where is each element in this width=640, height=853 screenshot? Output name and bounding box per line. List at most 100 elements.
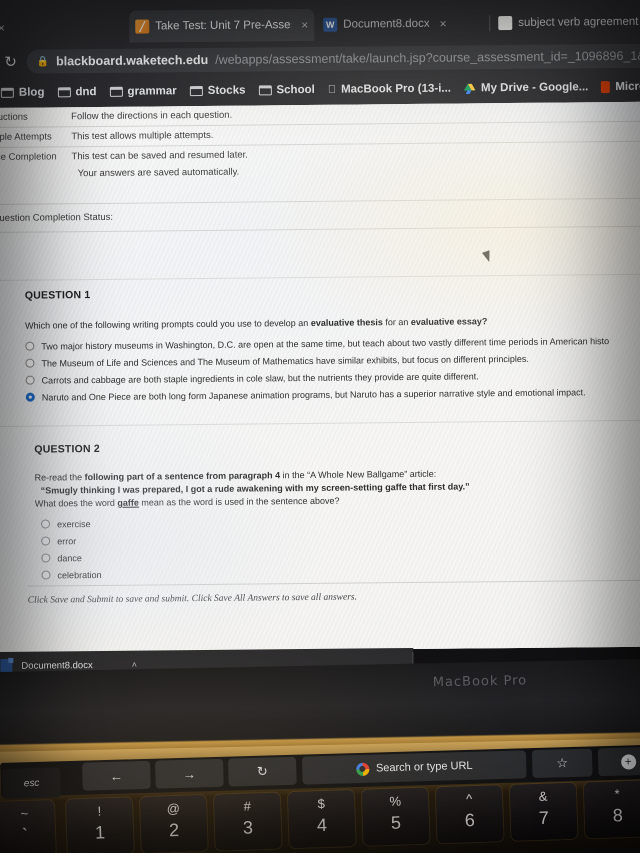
microsoft-office-icon (601, 81, 611, 94)
forward-button[interactable]: → (154, 758, 224, 789)
question-1-options: Two major history museums in Washington,… (25, 332, 640, 406)
key-symbol: * (614, 786, 620, 802)
tab-title: subject verb agreement - Go (518, 15, 640, 29)
key-4[interactable]: $ 4 (287, 790, 356, 849)
radio-button[interactable] (25, 375, 35, 385)
radio-button[interactable] (41, 553, 51, 563)
folder-icon (109, 86, 123, 97)
option-label: error (57, 535, 77, 547)
radio-button[interactable] (41, 536, 51, 546)
key-symbol: ^ (465, 791, 473, 807)
key-symbol: & (538, 788, 548, 804)
plus-icon: + (620, 753, 636, 770)
reload-icon[interactable]: ↻ (3, 54, 19, 71)
info-label: orce Completion (0, 151, 57, 164)
stem-text: What does the word (34, 497, 118, 509)
bookmark-blog[interactable]: Blog (0, 86, 45, 99)
key-symbol: % (389, 793, 402, 809)
key-number: 7 (538, 807, 550, 828)
key-symbol: @ (166, 800, 181, 817)
url-host: blackboard.waketech.edu (55, 52, 209, 69)
bookmark-label: School (276, 83, 315, 97)
option-label: The Museum of Life and Sciences and The … (41, 353, 529, 369)
key-symbol: $ (317, 796, 326, 812)
bookmark-label: Microsoft Office H... (607, 80, 640, 94)
bookmark-label: MacBook Pro (13-i... (332, 82, 451, 96)
esc-key[interactable]: esc (2, 767, 61, 799)
key-backtick[interactable]: ~ ` (0, 800, 56, 853)
bookmark-grammar[interactable]: grammar (109, 85, 177, 98)
chevron-up-icon[interactable]: ˄ (132, 660, 137, 670)
key-number: 1 (94, 822, 106, 843)
stem-keyword: gaffe (117, 497, 139, 508)
blackboard-page: structions Follow the directions in each… (0, 101, 640, 653)
back-button[interactable]: ← (82, 760, 151, 791)
info-label: ultiple Attempts (0, 131, 52, 144)
radio-button-selected[interactable] (25, 392, 35, 402)
new-tab-button[interactable]: + (597, 746, 640, 777)
bookmark-dnd[interactable]: dnd (57, 86, 97, 98)
browser-chrome: nt × ╱ Take Test: Unit 7 Pre-Assessm × W… (0, 0, 640, 110)
radio-button[interactable] (40, 519, 51, 529)
key-symbol: ~ (20, 805, 29, 822)
bookmark-label: Stocks (207, 84, 246, 97)
url-path: /webapps/assessment/take/launch.jsp?cour… (215, 47, 640, 67)
stem-bold-1: evaluative thesis (310, 317, 383, 328)
lock-icon: 🔒 (36, 55, 50, 68)
option-label: Two major history museums in Washington,… (41, 335, 610, 352)
radio-button[interactable] (25, 358, 35, 368)
tab-strip: nt × ╱ Take Test: Unit 7 Pre-Assessm × W… (0, 4, 640, 45)
key-number: 5 (390, 812, 402, 833)
bookmark-star-button[interactable]: ☆ (531, 748, 593, 779)
key-number: 6 (464, 810, 476, 831)
key-6[interactable]: ^ 6 (435, 785, 504, 844)
key-8[interactable]: * 8 (583, 780, 640, 839)
tab-title: Take Test: Unit 7 Pre-Assessm (155, 19, 292, 33)
question-block-2: QUESTION 2 Re-read the following part of… (0, 438, 640, 584)
key-1[interactable]: ! 1 (65, 797, 134, 853)
stem-quote: “Smugly thinking I was prepared, I got a… (40, 481, 470, 496)
info-value: This test allows multiple attempts. (71, 129, 214, 143)
question-2-options: exercise error dance celebration (35, 510, 640, 584)
key-number: 4 (316, 814, 328, 836)
bookmark-macbook-pro[interactable]:  MacBook Pro (13-i... (328, 83, 451, 96)
tab-close-icon[interactable]: × (301, 18, 308, 32)
option-label: Carrots and cabbage are both staple ingr… (41, 370, 479, 386)
bookmark-my-drive[interactable]: My Drive - Google... (463, 81, 588, 94)
word-icon: W (323, 17, 338, 32)
key-3[interactable]: # 3 (213, 792, 282, 851)
key-2[interactable]: @ 2 (139, 794, 208, 853)
url-bar: ↻ 🔒 blackboard.waketech.edu /webapps/ass… (0, 42, 640, 76)
test-information-table: structions Follow the directions in each… (0, 101, 640, 184)
stem-text-2: in the “A Whole New Ballgame” article: (280, 468, 437, 481)
browser-tab-0[interactable]: nt × (0, 11, 102, 44)
stem-text-2: for an (382, 316, 411, 328)
blackboard-icon: ╱ (135, 19, 150, 34)
radio-button[interactable] (25, 341, 35, 351)
bookmark-microsoft-office[interactable]: Microsoft Office H... (601, 80, 640, 94)
google-icon (355, 762, 370, 776)
bookmarks-bar: Blog dnd grammar Stocks School MacBook P… (0, 74, 640, 106)
screenshot-root: nt × ╱ Take Test: Unit 7 Pre-Assessm × W… (0, 0, 640, 853)
address-bar[interactable]: 🔒 blackboard.waketech.edu /webapps/asses… (26, 43, 640, 74)
reload-button[interactable]: ↻ (227, 756, 297, 787)
key-symbol: # (243, 798, 252, 814)
key-5[interactable]: % 5 (361, 787, 430, 846)
key-number: 8 (612, 805, 624, 826)
browser-tab-3[interactable]: G subject verb agreement - Go (492, 6, 640, 40)
bookmark-stocks[interactable]: Stocks (189, 84, 246, 98)
radio-button[interactable] (41, 570, 51, 580)
tab-close-icon[interactable]: × (439, 17, 446, 31)
tab-divider (489, 15, 491, 32)
browser-tab-1-active[interactable]: ╱ Take Test: Unit 7 Pre-Assessm × (129, 8, 315, 43)
bookmark-school[interactable]: School (258, 83, 315, 97)
option-label: exercise (56, 518, 91, 530)
tab-close-icon[interactable]: × (0, 21, 5, 35)
bookmark-label: grammar (127, 85, 177, 98)
key-7[interactable]: & 7 (509, 782, 578, 841)
bookmark-label: Blog (18, 86, 45, 99)
browser-tab-2[interactable]: W Document8.docx × (317, 7, 487, 41)
question-completion-status: Question Completion Status: (0, 197, 640, 233)
section-divider (0, 273, 640, 281)
folder-icon (0, 87, 14, 98)
